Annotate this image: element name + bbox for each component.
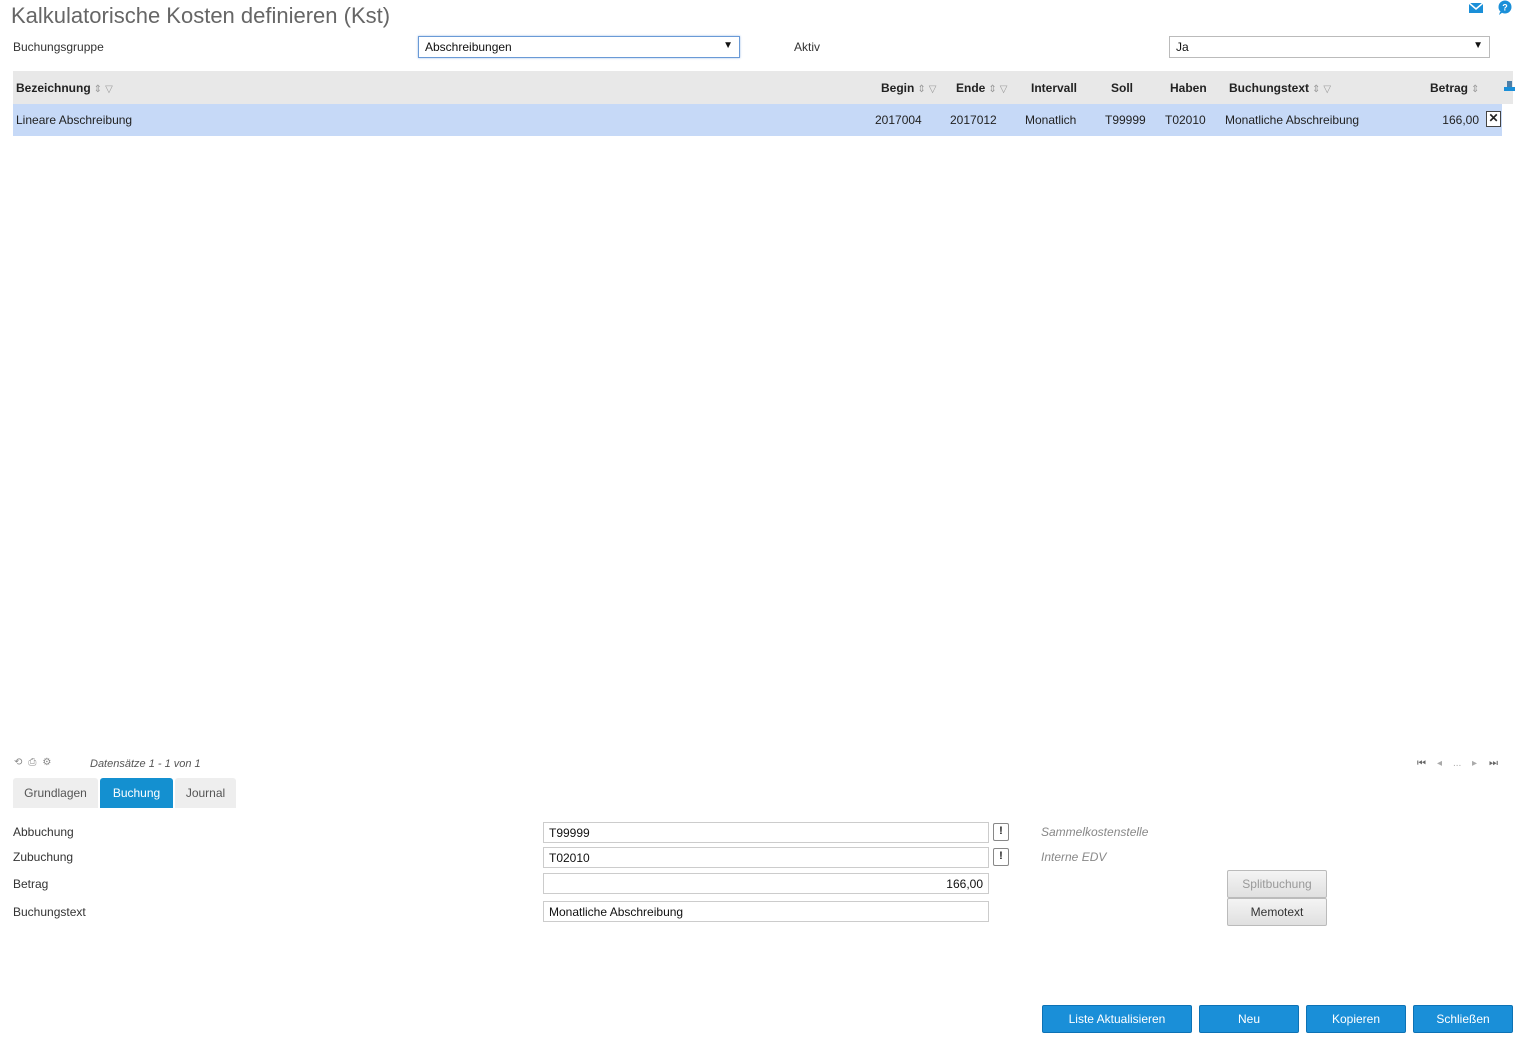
delete-row-button[interactable]: ✕	[1486, 111, 1501, 127]
cell-bezeichnung: Lineare Abschreibung	[16, 113, 133, 127]
splitbuchung-button[interactable]: Splitbuchung	[1227, 870, 1327, 898]
column-label: Betrag	[1430, 81, 1469, 95]
last-page-icon[interactable]: ⏭	[1489, 758, 1498, 769]
page-indicator: ...	[1453, 758, 1462, 769]
buchungstext-input[interactable]: Monatliche Abschreibung	[543, 901, 989, 922]
column-header-haben[interactable]: Haben	[1170, 81, 1207, 95]
liste-aktualisieren-button[interactable]: Liste Aktualisieren	[1042, 1005, 1192, 1033]
abbuchung-hint: Sammelkostenstelle	[1041, 825, 1149, 839]
help-icon[interactable]: ?	[1497, 0, 1513, 16]
cell-buchungstext: Monatliche Abschreibung	[1225, 113, 1360, 127]
betrag-input[interactable]: 166,00	[543, 873, 989, 894]
filter-icon[interactable]: ▽	[1000, 84, 1008, 95]
sort-icon[interactable]: ⇕	[917, 84, 925, 95]
cell-intervall: Monatlich	[1025, 113, 1077, 127]
schliessen-button[interactable]: Schließen	[1413, 1005, 1513, 1033]
betrag-label: Betrag	[13, 877, 49, 891]
zubuchung-lookup-button[interactable]: !	[993, 848, 1009, 866]
zubuchung-hint: Interne EDV	[1041, 850, 1107, 864]
kopieren-button[interactable]: Kopieren	[1306, 1005, 1406, 1033]
tab-buchung[interactable]: Buchung	[100, 778, 173, 808]
table-row[interactable]: Lineare Abschreibung 2017004 2017012 Mon…	[13, 104, 1502, 136]
zubuchung-label: Zubuchung	[13, 850, 74, 864]
print-icon[interactable]: ⎙	[28, 757, 36, 768]
prev-page-icon[interactable]: ◂	[1437, 758, 1442, 769]
aktiv-select[interactable]: Ja ▼	[1169, 36, 1490, 58]
column-label: Bezeichnung	[16, 81, 91, 95]
chevron-down-icon: ▼	[723, 40, 733, 51]
mail-icon[interactable]	[1468, 0, 1484, 16]
abbuchung-lookup-button[interactable]: !	[993, 823, 1009, 841]
page-title: Kalkulatorische Kosten definieren (Kst)	[11, 3, 391, 28]
filter-icon[interactable]: ▽	[105, 84, 113, 95]
column-header-buchungstext[interactable]: Buchungstext ⇕ ▽	[1229, 81, 1331, 95]
column-header-betrag[interactable]: Betrag ⇕	[1430, 81, 1479, 95]
tab-journal[interactable]: Journal	[175, 778, 236, 808]
zubuchung-input[interactable]: T02010	[543, 847, 989, 868]
svg-text:?: ?	[1502, 3, 1508, 13]
grid-header: Bezeichnung ⇕ ▽ Begin ⇕ ▽ Ende ⇕ ▽ Intervall S…	[13, 71, 1513, 104]
first-page-icon[interactable]: ⏮	[1417, 758, 1426, 769]
column-label: Buchungstext	[1229, 81, 1310, 95]
column-header-begin[interactable]: Begin ⇕ ▽	[881, 81, 936, 95]
cell-betrag: 166,00	[1442, 113, 1479, 127]
filter-icon[interactable]: ▽	[1323, 84, 1331, 95]
cell-haben: T02010	[1165, 113, 1206, 127]
buchungsgruppe-select[interactable]: Abschreibungen ▼	[418, 36, 740, 58]
chevron-down-icon: ▼	[1473, 40, 1483, 51]
sort-icon[interactable]: ⇕	[988, 84, 996, 95]
column-header-ende[interactable]: Ende ⇕ ▽	[956, 81, 1007, 95]
buchungsgruppe-value: Abschreibungen	[425, 40, 512, 54]
sort-icon[interactable]: ⇕	[94, 84, 102, 95]
column-header-intervall[interactable]: Intervall	[1031, 81, 1077, 95]
cell-ende: 2017012	[950, 113, 997, 127]
column-header-soll[interactable]: Soll	[1111, 81, 1133, 95]
sort-icon[interactable]: ⇕	[1471, 84, 1479, 95]
buchungstext-label: Buchungstext	[13, 905, 86, 919]
column-label: Begin	[881, 81, 915, 95]
record-info: Datensätze 1 - 1 von 1	[90, 758, 201, 770]
sort-icon[interactable]: ⇕	[1312, 84, 1320, 95]
settings-icon[interactable]: ⚙	[42, 757, 51, 768]
column-header-bezeichnung[interactable]: Bezeichnung ⇕ ▽	[16, 81, 113, 95]
column-label: Ende	[956, 81, 986, 95]
filter-icon[interactable]: ▽	[929, 84, 937, 95]
grid-footer-tools: ⟲ ⎙ ⚙	[14, 757, 57, 768]
abbuchung-input[interactable]: T99999	[543, 822, 989, 843]
tab-grundlagen[interactable]: Grundlagen	[13, 778, 98, 808]
memotext-button[interactable]: Memotext	[1227, 898, 1327, 926]
refresh-icon[interactable]: ⟲	[14, 757, 22, 768]
cell-begin: 2017004	[875, 113, 922, 127]
column-chooser-icon[interactable]	[1504, 81, 1515, 91]
next-page-icon[interactable]: ▸	[1472, 758, 1477, 769]
aktiv-label: Aktiv	[794, 40, 821, 54]
buchungsgruppe-label: Buchungsgruppe	[13, 40, 104, 54]
neu-button[interactable]: Neu	[1199, 1005, 1299, 1033]
abbuchung-label: Abbuchung	[13, 825, 74, 839]
cell-soll: T99999	[1105, 113, 1146, 127]
aktiv-value: Ja	[1176, 40, 1189, 54]
